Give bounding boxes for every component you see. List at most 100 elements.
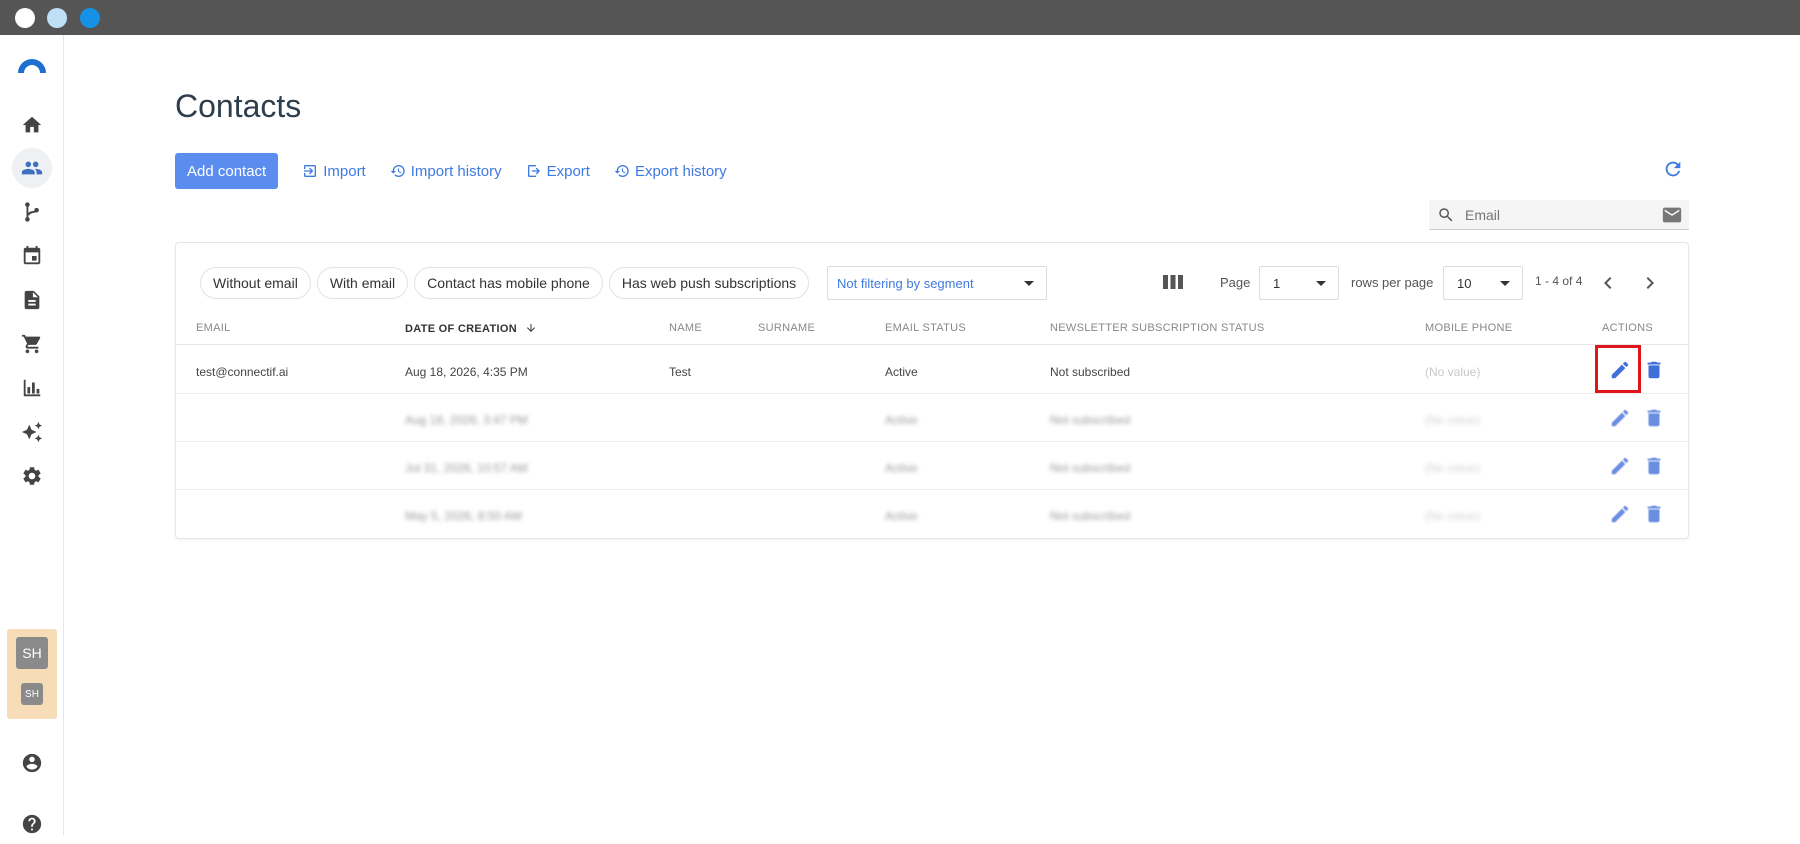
avatar[interactable]: SH <box>16 637 48 669</box>
segment-select-value: Not filtering by segment <box>837 275 974 291</box>
email-search <box>1429 200 1689 230</box>
column-header-newsletter[interactable]: NEWSLETTER SUBSCRIPTION STATUS <box>1050 322 1265 334</box>
cell-email-status: Active <box>885 365 918 379</box>
trash-icon <box>1647 505 1661 523</box>
search-icon <box>1439 207 1453 221</box>
bar-chart-icon <box>23 379 41 397</box>
pagination-range: 1 - 4 of 4 <box>1535 274 1583 288</box>
table-row[interactable]: test@connectif.ai Aug 18, 2026, 4:35 PM … <box>176 346 1688 394</box>
sidebar-item-profile[interactable] <box>12 743 52 783</box>
refresh-icon <box>1665 161 1681 177</box>
home-icon <box>22 116 42 133</box>
table-header: EMAIL DATE OF CREATION NAME SURNAME EMAI… <box>176 309 1688 345</box>
column-header-name[interactable]: NAME <box>669 322 702 334</box>
window-minimize-button[interactable] <box>47 8 67 28</box>
cell-email-status: Active <box>885 461 918 475</box>
trash-icon <box>1647 409 1661 427</box>
document-icon <box>24 290 40 310</box>
export-icon <box>527 165 540 177</box>
cell-mobile-phone: (No value) <box>1425 461 1481 475</box>
sidebar-item-ai[interactable] <box>12 412 52 452</box>
chevron-left-icon <box>1604 277 1612 289</box>
sidebar-item-documents[interactable] <box>12 280 52 320</box>
sidebar-item-reports[interactable] <box>12 368 52 408</box>
column-header-email-status[interactable]: EMAIL STATUS <box>885 322 966 334</box>
filter-chip-web-push[interactable]: Has web push subscriptions <box>608 267 810 299</box>
add-contact-button[interactable]: Add contact <box>175 153 279 189</box>
cell-newsletter: Not subscribed <box>1050 461 1131 475</box>
column-header-email[interactable]: EMAIL <box>196 322 231 334</box>
sidebar-item-contacts[interactable] <box>12 148 52 188</box>
history-icon <box>390 165 405 177</box>
filter-chip-mobile-phone[interactable]: Contact has mobile phone <box>414 267 603 299</box>
window-maximize-button[interactable] <box>80 8 100 28</box>
table-row[interactable]: Jul 31, 2026, 10:57 AM Active Not subscr… <box>176 442 1688 490</box>
page-label: Page <box>1220 275 1251 290</box>
search-input[interactable] <box>1465 206 1661 223</box>
delete-contact-button[interactable] <box>1642 358 1666 382</box>
export-button[interactable]: Export <box>526 163 590 180</box>
contacts-icon <box>21 161 43 175</box>
rows-per-page-value: 10 <box>1457 276 1472 291</box>
workflow-icon <box>25 202 39 222</box>
mail-icon[interactable] <box>1661 204 1683 226</box>
sidebar-item-home[interactable] <box>12 105 52 145</box>
window-close-button[interactable] <box>15 8 35 28</box>
cell-newsletter: Not subscribed <box>1050 365 1131 379</box>
column-header-mobile-phone[interactable]: MOBILE PHONE <box>1425 322 1512 334</box>
delete-contact-button[interactable] <box>1642 502 1666 526</box>
columns-button[interactable] <box>1163 273 1183 291</box>
trash-icon <box>1647 361 1661 379</box>
export-history-button[interactable]: Export history <box>614 163 727 180</box>
segment-select[interactable]: Not filtering by segment <box>827 266 1047 300</box>
cell-mobile-phone: (No value) <box>1425 413 1481 427</box>
help-icon <box>22 814 42 834</box>
filter-chip-with-email[interactable]: With email <box>316 267 409 299</box>
import-history-label: Import history <box>410 162 502 180</box>
rows-per-page-select[interactable]: 10 <box>1443 266 1523 300</box>
edit-contact-button[interactable] <box>1608 454 1632 478</box>
page-select[interactable]: 1 <box>1259 266 1339 300</box>
rows-per-page-label: rows per page <box>1351 275 1434 290</box>
account-switcher[interactable]: SH SH <box>7 629 57 719</box>
pencil-icon <box>1611 457 1629 475</box>
filter-chips: Without email With email Contact has mob… <box>200 267 815 299</box>
pencil-icon <box>1611 409 1629 427</box>
column-header-actions: ACTIONS <box>1602 322 1653 334</box>
previous-page-button[interactable] <box>1596 271 1620 295</box>
table-row[interactable]: Aug 18, 2026, 3:47 PM Active Not subscri… <box>176 394 1688 442</box>
sidebar-item-workflows[interactable] <box>12 192 52 232</box>
app-logo[interactable] <box>16 53 48 75</box>
cell-date-of-creation: Aug 18, 2026, 4:35 PM <box>405 365 528 379</box>
export-history-label: Export history <box>634 162 727 180</box>
avatar-secondary[interactable]: SH <box>21 683 43 705</box>
delete-contact-button[interactable] <box>1642 406 1666 430</box>
filter-chip-without-email[interactable]: Without email <box>200 267 311 299</box>
refresh-button[interactable] <box>1662 158 1684 180</box>
pencil-icon <box>1611 505 1629 523</box>
import-icon <box>304 165 317 177</box>
delete-contact-button[interactable] <box>1642 454 1666 478</box>
cell-newsletter: Not subscribed <box>1050 509 1131 523</box>
sidebar-item-calendar[interactable] <box>12 236 52 276</box>
cell-email-status: Active <box>885 413 918 427</box>
next-page-button[interactable] <box>1638 271 1662 295</box>
sidebar: SH SH <box>0 35 64 835</box>
column-header-surname[interactable]: SURNAME <box>758 322 815 334</box>
trash-icon <box>1647 457 1661 475</box>
edit-contact-button[interactable] <box>1608 502 1632 526</box>
table-row[interactable]: May 5, 2026, 8:50 AM Active Not subscrib… <box>176 490 1688 538</box>
column-header-date-of-creation[interactable]: DATE OF CREATION <box>405 322 537 335</box>
import-button[interactable]: Import <box>302 163 366 180</box>
sort-arrow-down-icon <box>525 322 537 334</box>
sidebar-item-help[interactable] <box>12 804 52 844</box>
sidebar-item-store[interactable] <box>12 324 52 364</box>
edit-button-highlight <box>1595 345 1641 393</box>
chevron-down-icon <box>1500 281 1510 286</box>
edit-contact-button[interactable] <box>1608 406 1632 430</box>
user-icon <box>22 753 42 773</box>
cell-date-of-creation: Aug 18, 2026, 3:47 PM <box>405 413 528 427</box>
toolbar: Add contact Import Import history Export… <box>175 153 727 189</box>
import-history-button[interactable]: Import history <box>390 163 502 180</box>
sidebar-item-settings[interactable] <box>12 456 52 496</box>
